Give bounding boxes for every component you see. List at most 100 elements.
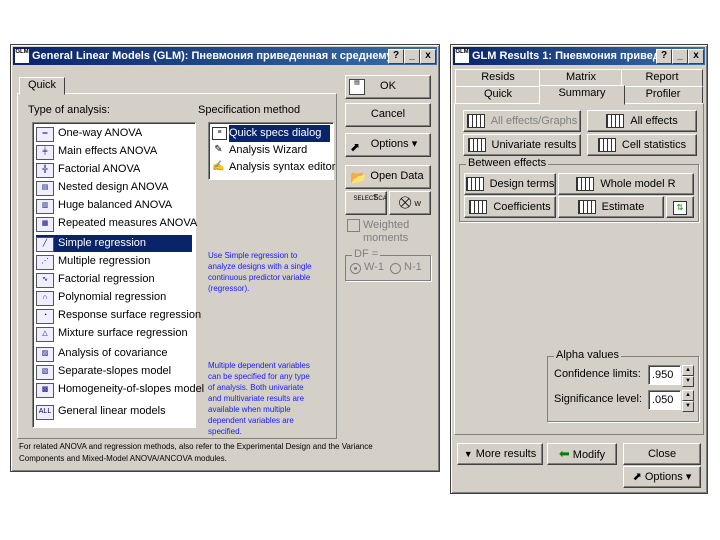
whole-model-icon [576, 177, 595, 192]
analysis-item-huge-balanced-anova[interactable]: ▥ Huge balanced ANOVA [36, 197, 192, 214]
tab-quick[interactable]: Quick [19, 77, 65, 95]
significance-level-label: Significance level: [554, 393, 643, 405]
options-button[interactable]: ⬈ Options ▾ [345, 133, 431, 157]
chevron-down-icon: ▾ [411, 138, 418, 150]
results-title-bar[interactable]: GLM GLM Results 1: Пневмония приведе ? _ … [453, 47, 705, 65]
analysis-item-analysis-of-covariance[interactable]: ▨ Analysis of covariance [36, 345, 192, 362]
design-terms-button[interactable]: Design terms [464, 173, 556, 195]
analysis-item-one-way-anova[interactable]: ═ One-way ANOVA [36, 125, 192, 142]
tab-report[interactable]: Report [621, 69, 703, 87]
analysis-type-list: ═ One-way ANOVA ╪ Main effects ANOVA ╬ Fact… [32, 122, 204, 428]
multiple-regression-icon: ⋰ [36, 255, 54, 270]
cell-statistics-icon [597, 138, 616, 153]
specification-method-list: Quick specs dialog Analysis Wizard Analy… [208, 122, 335, 180]
tab-profiler[interactable]: Profiler [623, 86, 703, 104]
results-options-button[interactable]: ⬈ Options ▾ [623, 466, 701, 488]
results-minimize-button[interactable]: _ [672, 49, 688, 64]
analysis-item-simple-regression[interactable]: ╱ Simple regression [36, 235, 192, 252]
repeated-measures-icon: ▦ [36, 217, 54, 232]
effects-graphs-icon [466, 114, 485, 129]
df-w1-radio[interactable] [350, 263, 361, 274]
spec-quick-specs-dialog[interactable]: Quick specs dialog [229, 125, 330, 142]
quick-tab-panel: Type of analysis: Specification method ═… [17, 93, 337, 439]
analysis-item-separate-slopes-model[interactable]: ▧ Separate-slopes model [36, 363, 192, 380]
options-icon: ⬈ [632, 471, 642, 483]
between-effects-group: Between effects Design terms Whole model… [459, 157, 699, 222]
glm-app-icon: GLM [15, 49, 29, 63]
spin-down-icon[interactable]: ▼ [682, 401, 694, 412]
more-results-button[interactable]: ▼ More results [457, 443, 543, 465]
analysis-item-main-effects-anova[interactable]: ╪ Main effects ANOVA [36, 143, 192, 160]
results-close-window-button[interactable]: x [688, 49, 704, 64]
tab-resids[interactable]: Resids [455, 69, 541, 87]
confidence-spinner[interactable]: ▲ ▼ [682, 365, 694, 387]
mixture-surface-icon: △ [36, 327, 54, 342]
df-group: DF = W-1 N-1 [345, 248, 431, 281]
analysis-item-multiple-regression[interactable]: ⋰ Multiple regression [36, 253, 192, 270]
huge-balanced-icon: ▥ [36, 199, 54, 214]
weighted-moments-label: Weighted moments [363, 219, 410, 244]
analysis-item-homogeneity-of-slopes-model[interactable]: ▩ Homogeneity-of-slopes model [36, 381, 204, 398]
close-window-button[interactable]: x [420, 49, 436, 64]
df-w1-label: W-1 [364, 261, 384, 273]
confidence-limits-input[interactable]: .950 [648, 365, 681, 385]
coefficients-button[interactable]: Coefficients [464, 196, 556, 218]
design-terms-icon [465, 177, 484, 192]
univariate-results-button[interactable]: Univariate results [463, 134, 581, 156]
select-cases-button[interactable]: SELECT CASES S [345, 191, 387, 215]
all-effects-icon [606, 114, 625, 129]
weight-icon: ⛒ [399, 195, 412, 209]
analysis-item-factorial-regression[interactable]: ∿ Factorial regression [36, 271, 192, 288]
spin-up-icon[interactable]: ▲ [682, 390, 694, 401]
analysis-item-mixture-surface-regression[interactable]: △ Mixture surface regression [36, 325, 192, 342]
cell-statistics-button[interactable]: Cell statistics [587, 134, 697, 156]
analysis-item-repeated-measures-anova[interactable]: ▦ Repeated measures ANOVA [36, 215, 197, 232]
type-of-analysis-label: Type of analysis: [28, 104, 110, 116]
estimate-graph-button[interactable]: ⇅ [666, 196, 694, 218]
analysis-item-general-linear-models[interactable]: ALL General linear models [36, 403, 192, 420]
summary-tab-panel: All effects/Graphs All effects Univariat… [454, 103, 704, 435]
covariance-icon: ▨ [36, 347, 54, 362]
confidence-limits-label: Confidence limits: [554, 368, 641, 380]
ok-button[interactable]: ▤ OK [345, 75, 431, 99]
minimize-button[interactable]: _ [404, 49, 420, 64]
tab-summary[interactable]: Summary [539, 85, 625, 105]
analysis-item-nested-design-anova[interactable]: ▤ Nested design ANOVA [36, 179, 192, 196]
analysis-item-polynomial-regression[interactable]: ∩ Polynomial regression [36, 289, 192, 306]
quick-specs-icon: ≡ [212, 127, 227, 140]
whole-model-r-button[interactable]: Whole model R [558, 173, 694, 195]
alpha-values-label: Alpha values [554, 349, 621, 361]
factorial-regression-icon: ∿ [36, 273, 54, 288]
spin-up-icon[interactable]: ▲ [682, 365, 694, 376]
homogeneity-slopes-icon: ▩ [36, 383, 54, 398]
chevron-down-icon: ▾ [685, 471, 692, 483]
syntax-editor-icon: ✍ [212, 161, 225, 172]
estimate-button[interactable]: Estimate [558, 196, 664, 218]
weighted-moments-checkbox[interactable] [347, 219, 360, 232]
open-data-button[interactable]: 📂 Open Data [345, 165, 431, 189]
back-arrow-icon: ⬅ [558, 446, 570, 461]
help-button[interactable]: ? [388, 49, 404, 64]
tab-quick-results[interactable]: Quick [455, 86, 541, 104]
univariate-icon [467, 138, 486, 153]
all-effects-button[interactable]: All effects [587, 110, 697, 132]
spec-analysis-wizard[interactable]: Analysis Wizard [229, 142, 330, 159]
close-button[interactable]: Close [623, 443, 701, 465]
weight-button[interactable]: ⛒ W [389, 191, 431, 215]
spin-down-icon[interactable]: ▼ [682, 376, 694, 387]
simple-regression-icon: ╱ [36, 237, 54, 252]
alpha-values-group: Alpha values Confidence limits: .950 ▲ ▼ … [547, 349, 699, 422]
all-effects-graphs-button[interactable]: All effects/Graphs [463, 110, 581, 132]
significance-level-input[interactable]: .050 [648, 390, 681, 410]
analysis-item-response-surface-regression[interactable]: ◔ Response surface regression [36, 307, 201, 324]
results-help-button[interactable]: ? [656, 49, 672, 64]
chevron-down-icon: ▼ [463, 449, 473, 459]
glm-title-bar[interactable]: GLM General Linear Models (GLM): Пневмони… [13, 47, 437, 65]
spec-analysis-syntax-editor[interactable]: Analysis syntax editor [229, 159, 335, 176]
df-n1-radio[interactable] [390, 263, 401, 274]
cancel-button[interactable]: Cancel [345, 103, 431, 127]
analysis-item-factorial-anova[interactable]: ╬ Factorial ANOVA [36, 161, 192, 178]
modify-button[interactable]: ⬅ Modify [547, 443, 617, 465]
significance-spinner[interactable]: ▲ ▼ [682, 390, 694, 412]
main-effects-icon: ╪ [36, 145, 54, 160]
